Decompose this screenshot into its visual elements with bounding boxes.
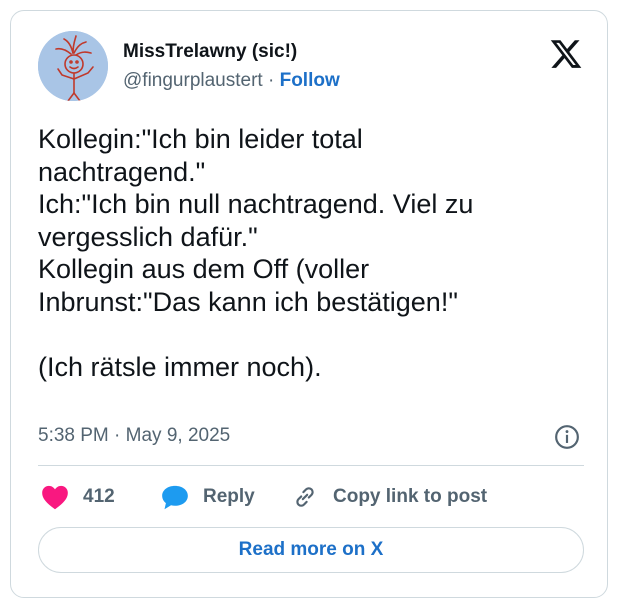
avatar[interactable] (38, 31, 108, 101)
info-icon[interactable] (554, 424, 580, 450)
author-handle[interactable]: @fingurplaustert (123, 70, 263, 91)
divider (38, 465, 584, 466)
read-more-button[interactable]: Read more on X (38, 527, 584, 573)
like-count: 412 (83, 486, 115, 507)
like-button[interactable]: 412 (41, 483, 115, 511)
reply-button[interactable]: Reply (161, 483, 255, 511)
post-timestamp[interactable]: 5:38 PM · May 9, 2025 (38, 425, 230, 447)
x-logo-icon[interactable] (549, 37, 583, 71)
author-display-name[interactable]: MissTrelawny (sic!) (123, 41, 297, 63)
author-handle-row: @fingurplaustert · Follow (123, 70, 340, 92)
handle-separator: · (267, 70, 275, 91)
post-text: Kollegin:"Ich bin leider total nachtrage… (38, 124, 474, 382)
reply-label: Reply (203, 486, 255, 507)
copy-link-button[interactable]: Copy link to post (291, 483, 487, 511)
link-icon (296, 487, 314, 507)
copy-link-label: Copy link to post (333, 486, 488, 507)
embedded-post-card: MissTrelawny (sic!) @fingurplaustert · F… (10, 10, 608, 598)
heart-icon (42, 485, 68, 510)
reply-bubble-icon (162, 485, 188, 510)
avatar-drawing (38, 31, 108, 101)
follow-link[interactable]: Follow (280, 70, 340, 91)
